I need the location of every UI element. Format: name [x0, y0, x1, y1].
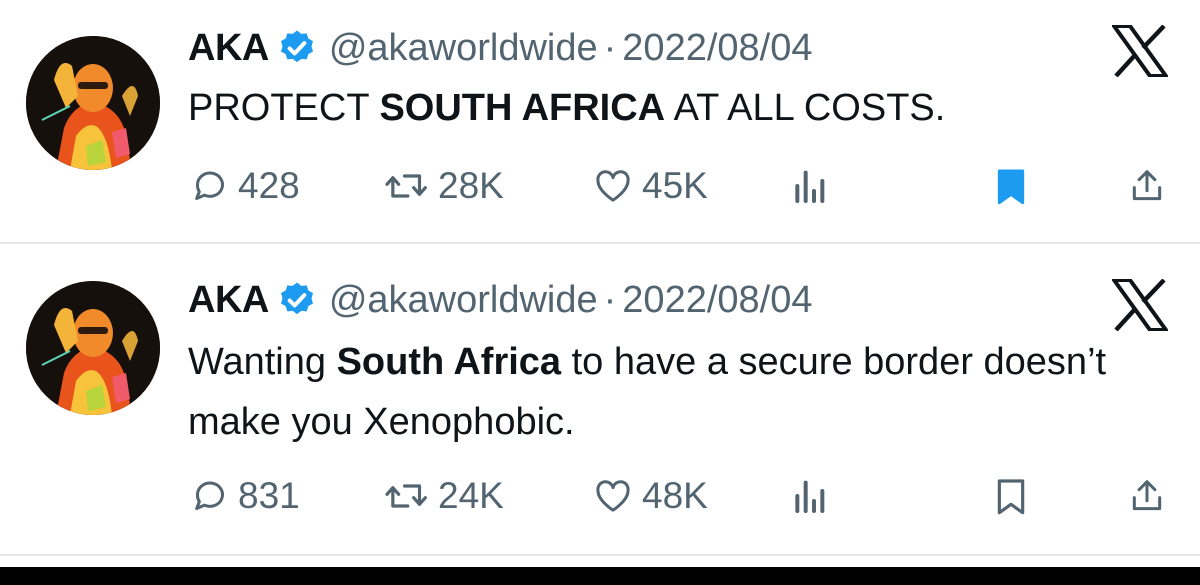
verified-badge-icon [277, 280, 317, 320]
author-name[interactable]: AKA [188, 279, 269, 322]
tweet-header: AKA @akaworldwide · 2022/08/04 [188, 275, 812, 325]
tweet-actions: 428 28K 45K [0, 161, 1200, 211]
tweet-1[interactable]: AKA @akaworldwide · 2022/08/04 PROTECT S… [0, 0, 1200, 242]
verified-badge-icon [277, 28, 317, 68]
views-icon [791, 476, 827, 516]
retweet-icon [384, 476, 430, 516]
avatar[interactable] [26, 281, 160, 415]
avatar[interactable] [26, 36, 160, 170]
like-count: 45K [642, 165, 708, 206]
like-button[interactable]: 45K [592, 161, 708, 211]
bookmark-icon [994, 476, 1028, 516]
text-part: Wanting [188, 341, 337, 383]
bottom-bar [0, 567, 1200, 585]
bookmark-button[interactable] [994, 471, 1028, 521]
share-button[interactable] [1128, 161, 1166, 211]
bookmark-icon [994, 166, 1028, 206]
text-part-bold: SOUTH AFRICA [379, 87, 666, 129]
like-count: 48K [642, 475, 708, 516]
views-button[interactable] [791, 471, 827, 521]
heart-icon [592, 476, 634, 516]
author-name[interactable]: AKA [188, 27, 269, 70]
retweet-icon [384, 166, 430, 206]
reply-button[interactable]: 831 [190, 471, 300, 521]
separator-dot: · [603, 26, 617, 69]
share-icon [1128, 476, 1166, 516]
avatar-image [26, 36, 160, 170]
divider [0, 554, 1200, 556]
tweet-text: PROTECT SOUTH AFRICA AT ALL COSTS. [188, 78, 1168, 138]
text-part: AT ALL COSTS. [665, 87, 946, 129]
reply-icon [190, 166, 230, 206]
author-handle[interactable]: @akaworldwide [329, 27, 598, 70]
tweet-2[interactable]: AKA @akaworldwide · 2022/08/04 Wanting S… [0, 244, 1200, 554]
tweet-date[interactable]: 2022/08/04 [622, 27, 812, 70]
reply-count: 831 [238, 475, 300, 516]
tweet-date[interactable]: 2022/08/04 [622, 279, 812, 322]
retweet-button[interactable]: 24K [384, 471, 504, 521]
tweet-text: Wanting South Africa to have a secure bo… [188, 332, 1168, 452]
tweet-header: AKA @akaworldwide · 2022/08/04 [188, 23, 812, 73]
retweet-count: 28K [438, 165, 504, 206]
x-logo-icon [1112, 25, 1168, 77]
retweet-count: 24K [438, 475, 504, 516]
text-part: PROTECT [188, 87, 380, 129]
share-button[interactable] [1128, 471, 1166, 521]
retweet-button[interactable]: 28K [384, 161, 504, 211]
bookmark-button[interactable] [994, 161, 1028, 211]
share-icon [1128, 166, 1166, 206]
avatar-image [26, 281, 160, 415]
author-handle[interactable]: @akaworldwide [329, 279, 598, 322]
x-logo-icon [1112, 279, 1168, 331]
text-part-bold: South Africa [336, 341, 562, 383]
separator-dot: · [603, 278, 617, 321]
heart-icon [592, 166, 634, 206]
reply-button[interactable]: 428 [190, 161, 300, 211]
tweet-actions: 831 24K 48K [0, 471, 1200, 521]
reply-count: 428 [238, 165, 300, 206]
views-button[interactable] [791, 161, 827, 211]
reply-icon [190, 476, 230, 516]
like-button[interactable]: 48K [592, 471, 708, 521]
views-icon [791, 166, 827, 206]
